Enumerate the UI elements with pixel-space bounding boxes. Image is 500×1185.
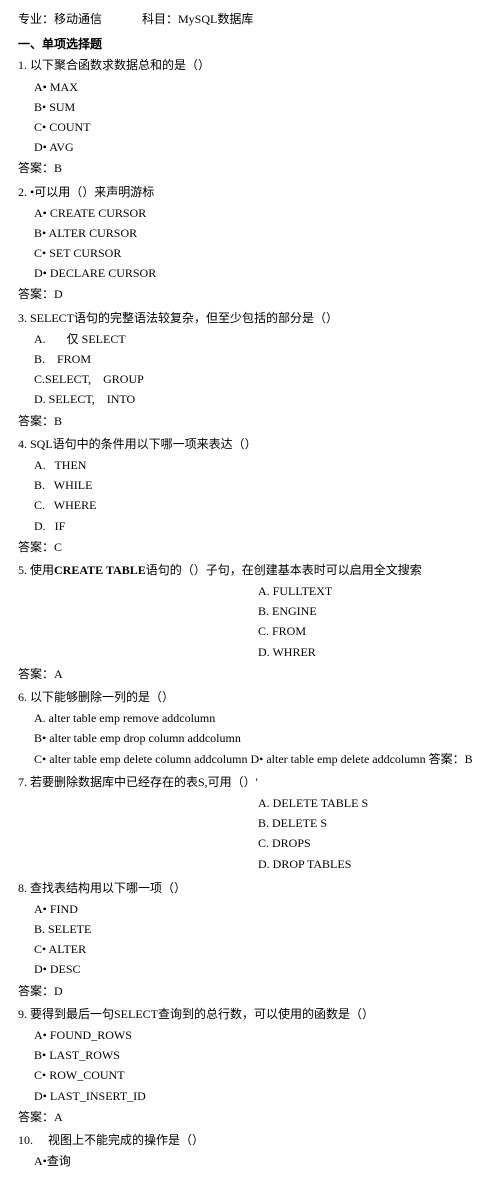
q8-opt-b: B. SELETE [34, 920, 91, 939]
q4-opt-b: B. WHILE [34, 476, 92, 495]
question-4: 4. SQL语句中的条件用以下哪一项来表达（） A. THEN B. WHILE… [18, 435, 482, 557]
question-7: 7. 若要删除数据库中已经存在的表S,可用（）' A. DELETE TABLE… [18, 773, 482, 875]
q7-text: 若要删除数据库中已经存在的表S,可用（）' [30, 775, 258, 789]
question-6: 6. 以下能够删除一列的是（） A. alter table emp remov… [18, 688, 482, 769]
q9-text: 要得到最后一句SELECT查询到的总行数，可以使用的函数是（） [30, 1007, 374, 1021]
q3-answer: 答案：B [18, 412, 482, 431]
q8-opt-d: D• DESC [34, 960, 81, 979]
q5-answer: 答案：A [18, 665, 482, 684]
q8-opt-a: A• FIND [34, 900, 78, 919]
q7-opt-c: C. DROPS [258, 834, 311, 853]
q2-opt-d: D• DECLARE CURSOR [34, 264, 156, 283]
q3-opt-b: B. FROM [34, 350, 91, 369]
q5-options-right: A. FULLTEXT B. ENGINE C. FROM D. WHRER [258, 582, 482, 663]
subject-label: 科目：MySQL数据库 [142, 10, 253, 29]
q9-num: 9. [18, 1007, 30, 1021]
question-1: 1. 以下聚合函数求数据总和的是（） A• MAX B• SUM C• COUN… [18, 56, 482, 178]
question-10: 10. 视图上不能完成的操作是（） A•查询 [18, 1131, 482, 1171]
q1-opt-c: C• COUNT [34, 118, 91, 137]
q5-opt-d: D. WHRER [258, 643, 316, 662]
q4-answer: 答案：C [18, 538, 482, 557]
q3-opt-d: D. SELECT, INTO [34, 390, 135, 409]
q3-num: 3. [18, 311, 30, 325]
q5-opt-a: A. FULLTEXT [258, 582, 332, 601]
q6-opt-cd: C• alter table emp delete column addcolu… [34, 750, 473, 769]
q5-opt-c: C. FROM [258, 622, 306, 641]
q1-text: 以下聚合函数求数据总和的是（） [30, 58, 210, 72]
q5-opt-b: B. ENGINE [258, 602, 317, 621]
q4-opt-a: A. THEN [34, 456, 86, 475]
question-8: 8. 查找表结构用以下哪一项（） A• FIND B. SELETE C• AL… [18, 879, 482, 1001]
q10-opt-a: A•查询 [34, 1152, 71, 1171]
q3-text: SELECT语句的完整语法较复杂，但至少包括的部分是（） [30, 311, 338, 325]
q2-opt-c: C• SET CURSOR [34, 244, 121, 263]
question-5: 5. 使用CREATE TABLE语句的（）子句，在创建基本表时可以启用全文搜索… [18, 561, 482, 684]
header: 专业：移动通信 科目：MySQL数据库 [18, 10, 482, 29]
major-label: 专业：移动通信 [18, 10, 102, 29]
q7-num: 7. [18, 775, 30, 789]
q7-opt-d: D. DROP TABLES [258, 855, 351, 874]
q7-opt-b: B. DELETE S [258, 814, 327, 833]
q9-opt-d: D• LAST_INSERT_ID [34, 1087, 146, 1106]
question-3: 3. SELECT语句的完整语法较复杂，但至少包括的部分是（） A. 仅 SEL… [18, 309, 482, 431]
q3-opt-a: A. 仅 SELECT [34, 330, 126, 349]
q8-num: 8. [18, 881, 27, 895]
q1-num: 1. [18, 58, 27, 72]
q9-answer: 答案：A [18, 1108, 482, 1127]
q7-options-right: A. DELETE TABLE S B. DELETE S C. DROPS D… [258, 794, 482, 875]
q2-opt-a: A• CREATE CURSOR [34, 204, 146, 223]
q2-opt-b: B• ALTER CURSOR [34, 224, 137, 243]
q10-text: 视图上不能完成的操作是（） [36, 1133, 204, 1147]
q2-text: •可以用（）来声明游标 [30, 185, 154, 199]
q8-answer: 答案：D [18, 982, 482, 1001]
q1-opt-b: B• SUM [34, 98, 75, 117]
q4-text: SQL语句中的条件用以下哪一项来表达（） [30, 437, 257, 451]
q9-opt-a: A• FOUND_ROWS [34, 1026, 132, 1045]
q2-num: 2. [18, 185, 27, 199]
q7-opt-a: A. DELETE TABLE S [258, 794, 368, 813]
q4-num: 4. [18, 437, 30, 451]
q10-num: 10. [18, 1133, 36, 1147]
q5-text: 使用CREATE TABLE语句的（）子句，在创建基本表时可以启用全文搜索 [30, 563, 422, 577]
q2-answer: 答案：D [18, 285, 482, 304]
q6-num: 6. [18, 690, 30, 704]
q9-opt-b: B• LAST_ROWS [34, 1046, 120, 1065]
q4-opt-d: D. IF [34, 517, 65, 536]
q1-opt-a: A• MAX [34, 78, 78, 97]
section-title: 一、单项选择题 [18, 35, 482, 54]
q4-opt-c: C. WHERE [34, 496, 96, 515]
q8-text: 查找表结构用以下哪一项（） [30, 881, 186, 895]
question-9: 9. 要得到最后一句SELECT查询到的总行数，可以使用的函数是（） A• FO… [18, 1005, 482, 1127]
question-2: 2. •可以用（）来声明游标 A• CREATE CURSOR B• ALTER… [18, 183, 482, 305]
q9-opt-c: C• ROW_COUNT [34, 1066, 125, 1085]
q6-text: 以下能够删除一列的是（） [30, 690, 174, 704]
q1-answer: 答案：B [18, 159, 482, 178]
q3-opt-c: C.SELECT, GROUP [34, 370, 144, 389]
q8-opt-c: C• ALTER [34, 940, 86, 959]
q1-opt-d: D• AVG [34, 138, 74, 157]
q6-opt-a: A. alter table emp remove addcolumn [34, 709, 215, 728]
q5-num: 5. [18, 563, 30, 577]
